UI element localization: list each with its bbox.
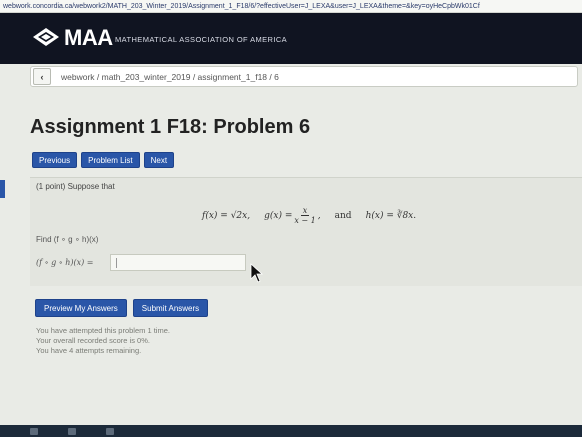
submit-answers-button[interactable]: Submit Answers [132, 299, 209, 317]
taskbar-app-icon[interactable] [68, 427, 76, 435]
f-definition: f(x) = √2x, [202, 210, 251, 221]
maa-logo-icon [33, 28, 59, 46]
g-denominator: x − 1 [294, 216, 316, 225]
text-caret [116, 258, 117, 268]
attempted-count: You have attempted this problem 1 time. [36, 326, 170, 335]
answer-actions: Preview My Answers Submit Answers [35, 299, 209, 317]
attempts-remaining: You have 4 attempts remaining. [36, 346, 142, 355]
back-button[interactable]: ‹ [33, 68, 51, 85]
browser-url-bar[interactable]: webwork.concordia.ca/webwork2/MATH_203_W… [0, 0, 582, 13]
breadcrumb-path[interactable]: webwork / math_203_winter_2019 / assignm… [61, 72, 279, 82]
preview-answers-button[interactable]: Preview My Answers [35, 299, 127, 317]
and-word: and [334, 210, 352, 221]
chevron-left-icon: ‹ [40, 71, 44, 82]
recorded-score: Your overall recorded score is 0%. [36, 336, 150, 345]
find-prompt: Find (f ∘ g ∘ h)(x) [36, 235, 99, 244]
mouse-pointer-icon [250, 263, 264, 283]
previous-button[interactable]: Previous [32, 152, 78, 168]
logo-text: MAA [64, 25, 113, 50]
g-label: g(x) = [264, 210, 293, 221]
org-name: MATHEMATICAL ASSOCIATION OF AMERICA [115, 35, 288, 44]
site-header: MAA MATHEMATICAL ASSOCIATION OF AMERICA [0, 13, 582, 64]
problem-list-button[interactable]: Problem List [81, 152, 140, 168]
taskbar-app-icon[interactable] [30, 427, 38, 435]
answer-input[interactable] [110, 254, 246, 271]
page-title: Assignment 1 F18: Problem 6 [30, 116, 311, 138]
g-comma: , [317, 210, 321, 221]
problem-intro: (1 point) Suppose that [36, 182, 115, 191]
os-taskbar [0, 425, 582, 437]
problem-nav: Previous Problem List Next [32, 152, 175, 168]
taskbar-app-icon[interactable] [106, 427, 114, 435]
g-numerator: x [300, 206, 310, 216]
side-tab[interactable] [0, 180, 5, 198]
h-definition: h(x) = ∛8x. [365, 210, 417, 221]
answer-label: (f ∘ g ∘ h)(x) = [36, 258, 94, 267]
next-button[interactable]: Next [143, 152, 175, 168]
function-definitions: f(x) = √2x, g(x) = x x − 1 , and h(x) = … [202, 206, 416, 225]
breadcrumb: ‹ webwork / math_203_winter_2019 / assig… [30, 66, 578, 87]
g-fraction: x x − 1 [294, 206, 315, 225]
attempt-status: You have attempted this problem 1 time. … [36, 326, 170, 356]
